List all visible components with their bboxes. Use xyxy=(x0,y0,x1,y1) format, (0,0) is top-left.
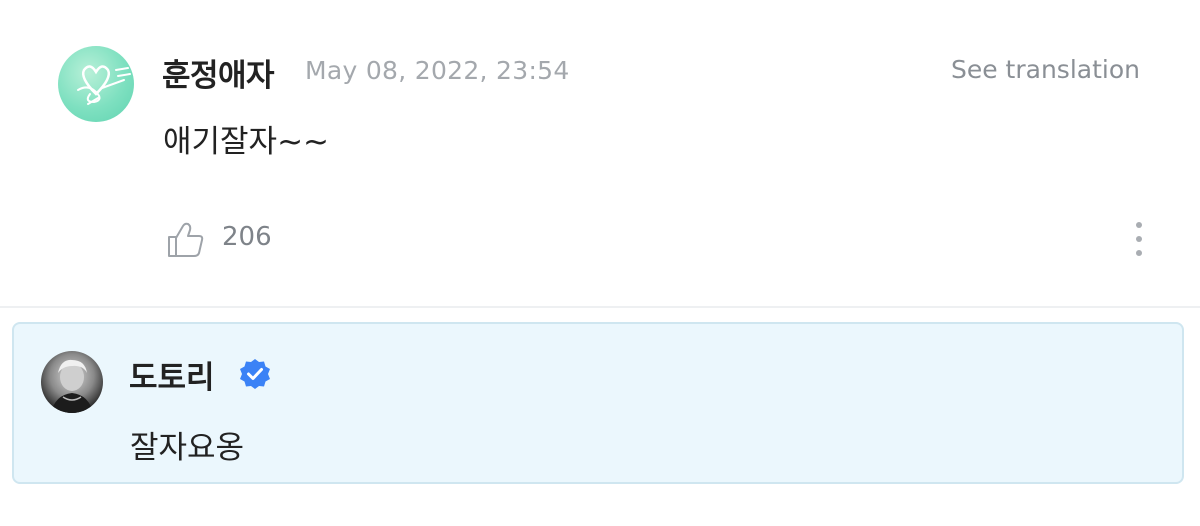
heart-doodle-icon xyxy=(77,65,131,105)
reply-username[interactable]: 도토리 xyxy=(129,352,215,397)
comment-text: 애기잘자~~ xyxy=(163,124,330,160)
comment-timestamp: May 08, 2022, 23:54 xyxy=(305,56,570,85)
more-vertical-icon xyxy=(1136,222,1142,228)
comment-item: 훈정애자 May 08, 2022, 23:54 See translation… xyxy=(0,0,1200,308)
like-button[interactable] xyxy=(165,221,207,259)
reply-card: 도토리 잘자요옹 xyxy=(12,322,1184,484)
comment-username[interactable]: 훈정애자 xyxy=(162,50,275,95)
avatar[interactable] xyxy=(58,46,134,122)
more-options-button[interactable] xyxy=(1128,222,1150,262)
portrait-image xyxy=(51,359,93,413)
verified-badge-icon xyxy=(238,357,272,391)
reply-text: 잘자요옹 xyxy=(130,430,245,466)
divider xyxy=(0,306,1200,308)
thumbs-up-icon xyxy=(168,222,204,257)
see-translation-button[interactable]: See translation xyxy=(951,55,1140,84)
reply-avatar[interactable] xyxy=(41,351,103,413)
like-count: 206 xyxy=(222,222,272,252)
